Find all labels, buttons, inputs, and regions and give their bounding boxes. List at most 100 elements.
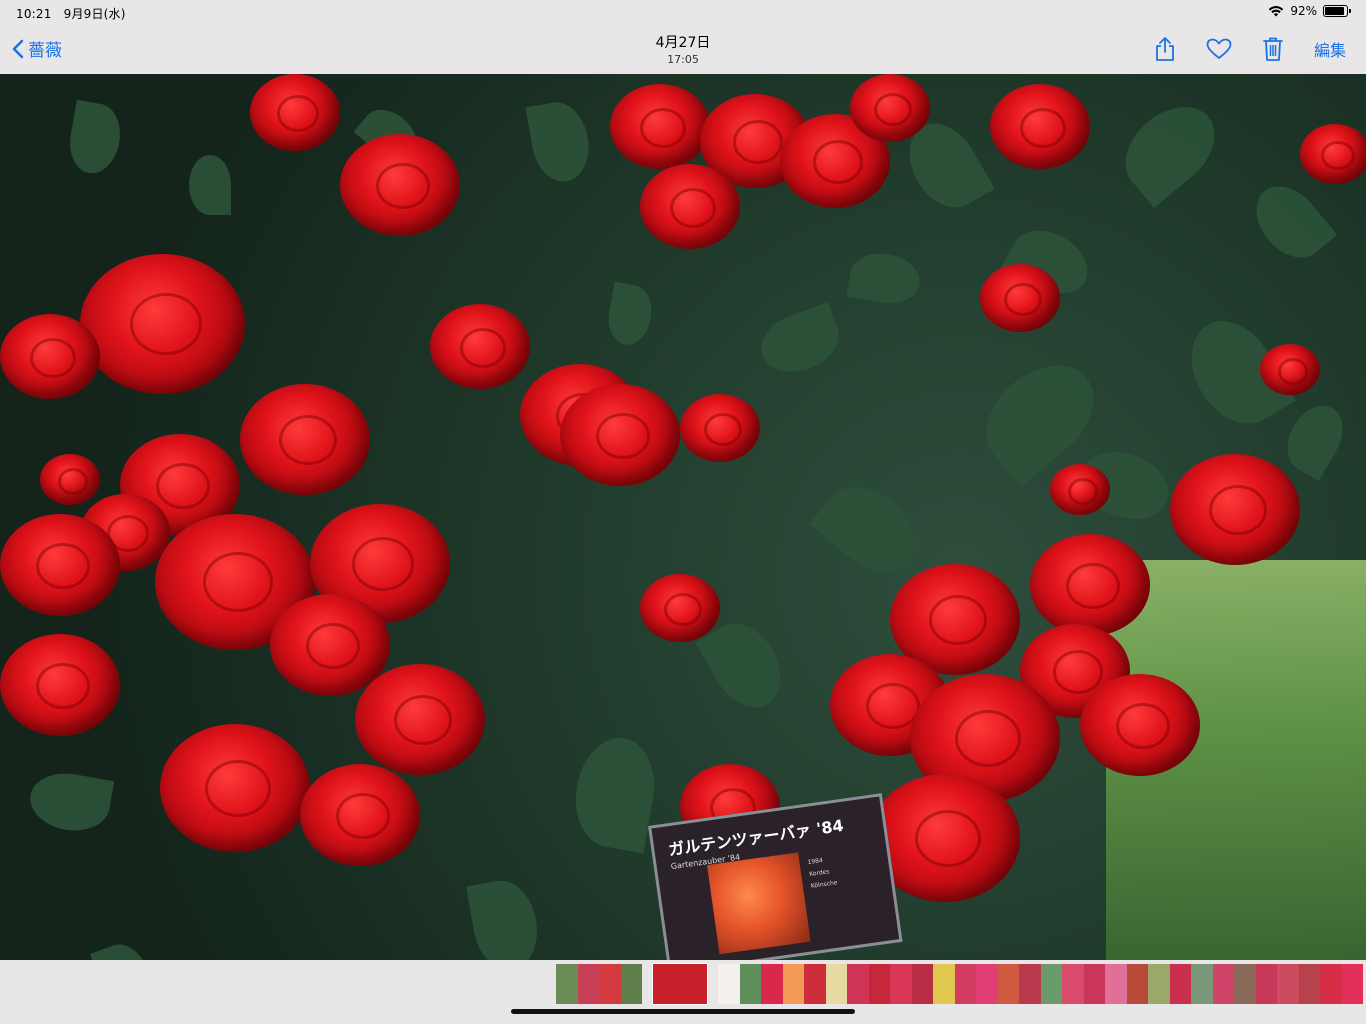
filmstrip-thumb[interactable] — [976, 964, 998, 1004]
filmstrip-thumb[interactable] — [804, 964, 826, 1004]
rose-flower — [560, 384, 680, 486]
filmstrip-thumb[interactable] — [556, 964, 578, 1004]
plaque-info: 1984 Kordes Kölnsche — [807, 853, 838, 892]
filmstrip-thumb[interactable] — [761, 964, 783, 1004]
filmstrip-thumb[interactable] — [933, 964, 955, 1004]
filmstrip-thumb[interactable] — [1234, 964, 1256, 1004]
foliage-leaf — [525, 97, 595, 187]
filmstrip-current-thumb[interactable] — [652, 963, 708, 1005]
rose-flower — [990, 84, 1090, 169]
filmstrip-thumb[interactable] — [847, 964, 869, 1004]
rose-flower — [250, 74, 340, 151]
filmstrip-thumb[interactable] — [1277, 964, 1299, 1004]
rose-flower — [240, 384, 370, 495]
nav-actions: 編集 — [1152, 36, 1346, 62]
foliage-leaf — [1109, 90, 1231, 208]
filmstrip-thumb[interactable] — [1212, 964, 1234, 1004]
filmstrip-thumb[interactable] — [911, 964, 933, 1004]
filmstrip-thumb[interactable] — [825, 964, 847, 1004]
filmstrip-thumb[interactable] — [890, 964, 912, 1004]
status-time: 10:21 — [16, 7, 52, 21]
filmstrip-thumb[interactable] — [739, 964, 761, 1004]
filmstrip-thumb[interactable] — [577, 964, 599, 1004]
foliage-leaf — [25, 767, 115, 837]
rose-flower — [1300, 124, 1366, 184]
filmstrip-thumb[interactable] — [1126, 964, 1148, 1004]
rose-flower — [1050, 464, 1110, 515]
foliage-leaf — [752, 302, 848, 382]
rose-flower — [1170, 454, 1300, 565]
rose-flower — [1030, 534, 1150, 636]
filmstrip-thumb[interactable] — [1341, 964, 1363, 1004]
plaque-info-origin: Kölnsche — [810, 879, 838, 890]
share-icon — [1156, 37, 1174, 61]
rose-flower — [980, 264, 1060, 332]
filmstrip-thumb[interactable] — [782, 964, 804, 1004]
rose-flower — [340, 134, 460, 236]
status-right: 92% — [1268, 4, 1351, 18]
rose-flower — [0, 314, 100, 399]
rose-flower — [0, 634, 120, 736]
filmstrip-thumb[interactable] — [954, 964, 976, 1004]
filmstrip — [0, 960, 1366, 1024]
edit-button[interactable]: 編集 — [1314, 37, 1346, 61]
foliage-leaf — [1242, 173, 1338, 271]
filmstrip-thumb[interactable] — [1019, 964, 1041, 1004]
rose-flower — [355, 664, 485, 775]
filmstrip-thumb[interactable] — [1255, 964, 1277, 1004]
filmstrip-thumb[interactable] — [620, 964, 642, 1004]
rose-flower — [640, 574, 720, 642]
rose-flower — [40, 454, 100, 505]
rose-flower — [680, 394, 760, 462]
foliage-leaf — [809, 470, 931, 588]
wifi-icon — [1269, 6, 1284, 17]
filmstrip-thumb[interactable] — [1169, 964, 1191, 1004]
filmstrip-thumb[interactable] — [1062, 964, 1084, 1004]
delete-button[interactable] — [1260, 36, 1286, 62]
foliage-leaf — [604, 281, 656, 349]
rose-flower — [160, 724, 310, 852]
foliage-leaf — [846, 248, 924, 309]
filmstrip-thumb[interactable] — [1040, 964, 1062, 1004]
rose-flower — [640, 164, 740, 249]
filmstrip-thumb[interactable] — [1320, 964, 1342, 1004]
rose-flower — [0, 514, 120, 616]
filmstrip-thumb[interactable] — [718, 964, 740, 1004]
filmstrip-thumb[interactable] — [1148, 964, 1170, 1004]
rose-flower — [300, 764, 420, 866]
rose-flower — [850, 74, 930, 142]
battery-icon — [1323, 5, 1351, 17]
nav-bar: 薔薇 4月27日 17:05 編集 — [0, 26, 1366, 74]
share-button[interactable] — [1152, 36, 1178, 62]
filmstrip-thumb[interactable] — [1191, 964, 1213, 1004]
rose-flower — [430, 304, 530, 389]
rose-flower — [1260, 344, 1320, 395]
plaque-image — [707, 852, 811, 955]
photo-viewer[interactable]: ガルテンツァーバァ '84 Gartenzauber '84 1984 Kord… — [0, 74, 1366, 960]
battery-percent: 92% — [1290, 4, 1317, 18]
foliage-leaf — [64, 99, 126, 178]
filmstrip-thumb[interactable] — [1083, 964, 1105, 1004]
filmstrip-thumb[interactable] — [997, 964, 1019, 1004]
foliage-leaf — [567, 731, 663, 854]
foliage-leaf — [466, 875, 544, 960]
filmstrip-thumb[interactable] — [868, 964, 890, 1004]
foliage-leaf — [189, 155, 231, 215]
filmstrip-thumb[interactable] — [599, 964, 621, 1004]
filmstrip-thumb[interactable] — [1105, 964, 1127, 1004]
foliage-leaf — [90, 937, 160, 960]
status-date: 9月9日(水) — [63, 7, 126, 21]
heart-icon — [1206, 38, 1232, 59]
rose-flower — [1080, 674, 1200, 776]
thumbnail-row[interactable] — [556, 963, 1363, 1005]
rose-flower — [80, 254, 245, 395]
status-left: 10:21 9月9日(水) — [16, 5, 134, 22]
rose-flower — [610, 84, 710, 169]
status-bar: 10:21 9月9日(水) 92% — [0, 0, 1366, 26]
favorite-button[interactable] — [1206, 36, 1232, 62]
trash-icon — [1263, 37, 1283, 61]
battery-fill — [1325, 7, 1345, 15]
filmstrip-thumb[interactable] — [1298, 964, 1320, 1004]
foliage-leaf — [1276, 395, 1354, 482]
home-indicator[interactable] — [511, 1009, 855, 1014]
